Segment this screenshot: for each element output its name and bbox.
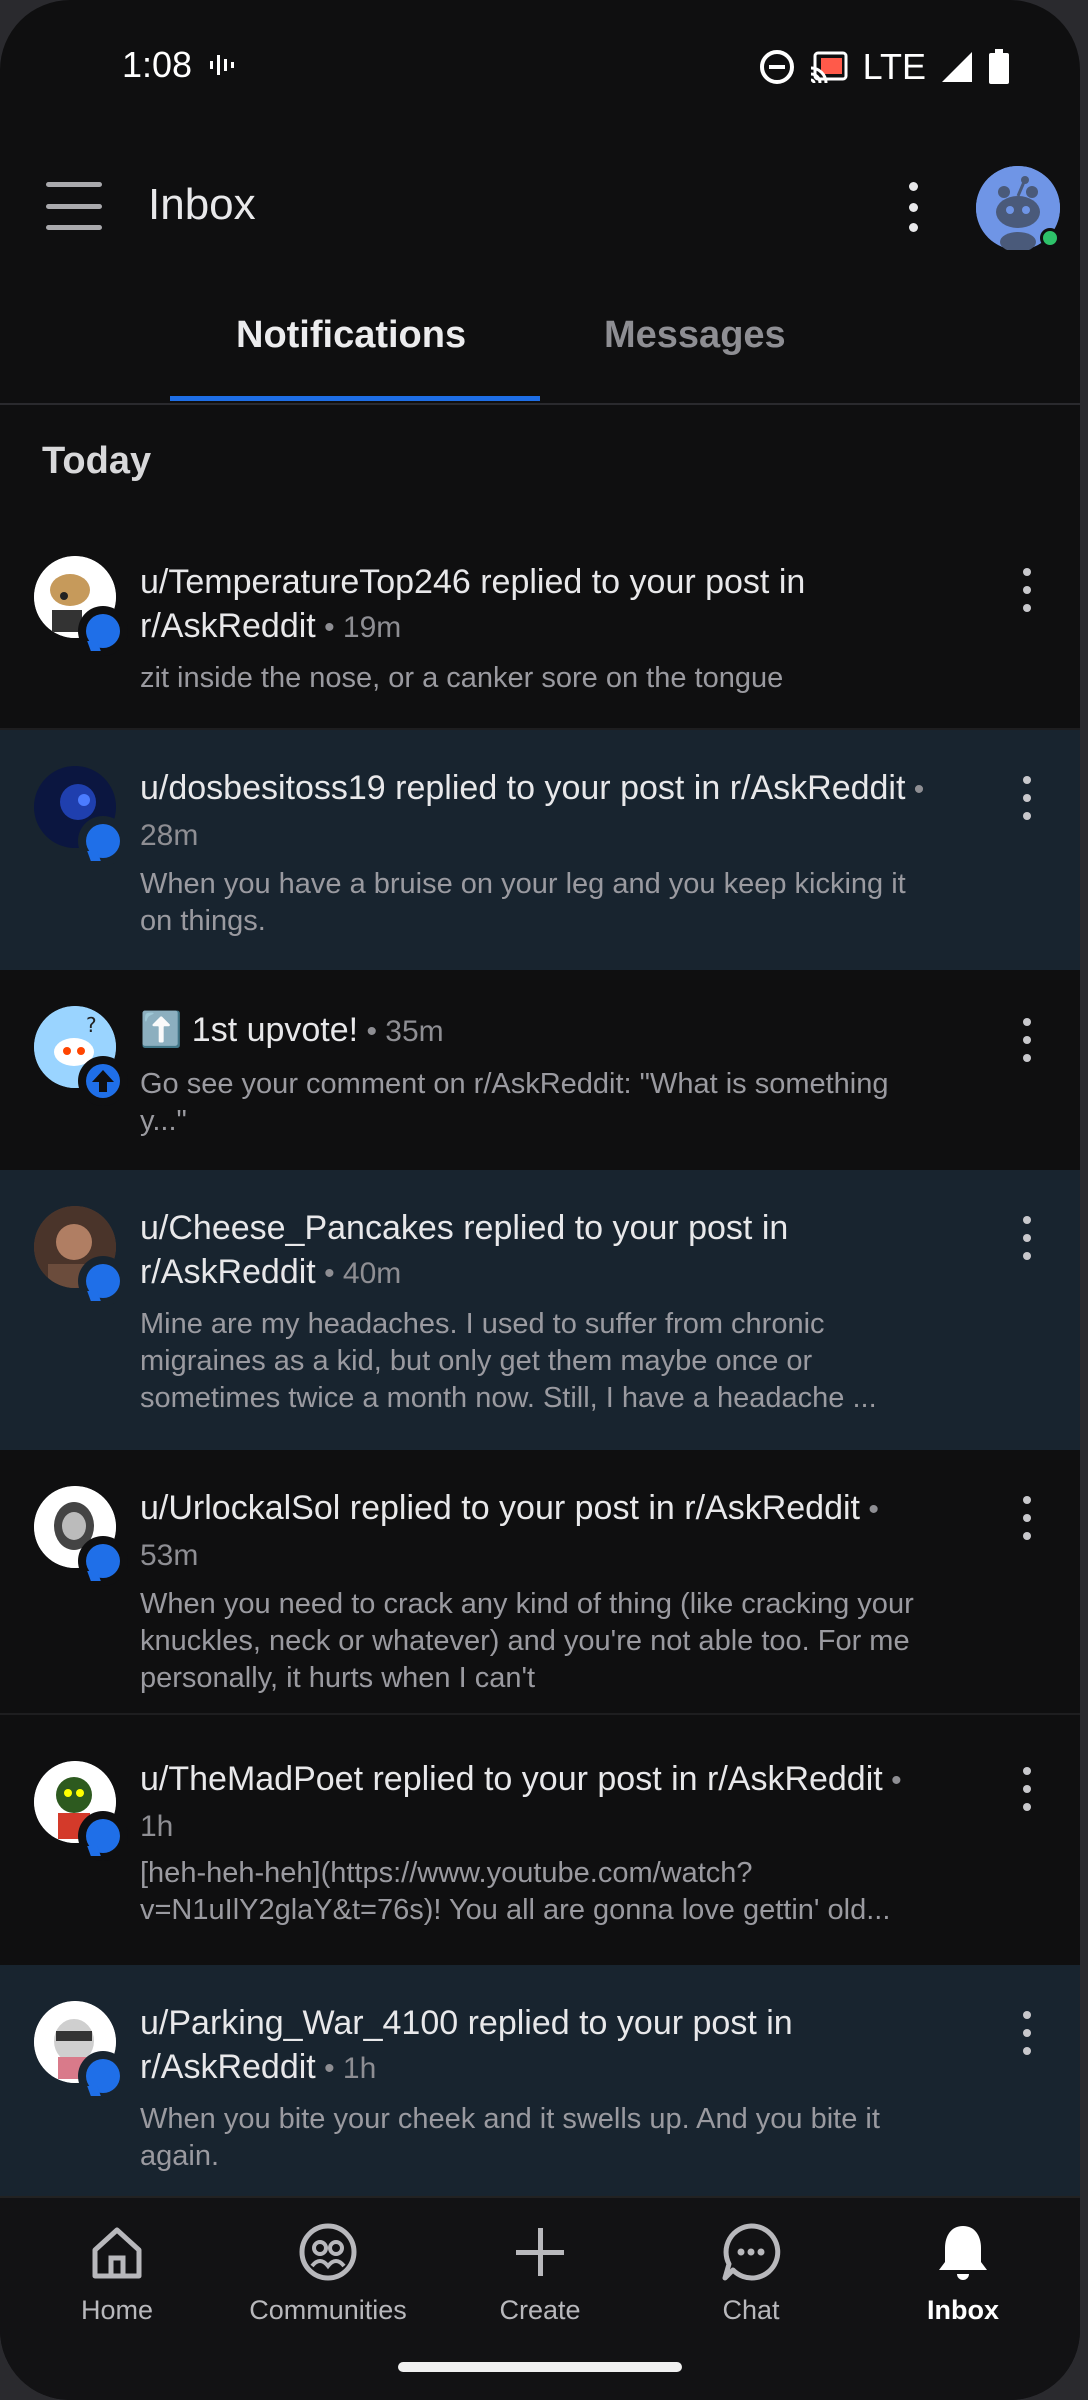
nav-create[interactable]: Create: [455, 2220, 625, 2326]
reply-icon: [78, 606, 128, 656]
notification-body: [heh-heh-heh](https://www.youtube.com/wa…: [140, 1857, 891, 1926]
device-edge: [1080, 0, 1088, 2400]
notification-title: ⬆️ 1st upvote! • 35m: [140, 1011, 444, 1049]
notification-body: When you bite your cheek and it swells u…: [140, 2103, 880, 2172]
notification-body: zit inside the nose, or a canker sore on…: [140, 662, 784, 694]
app-header: Inbox: [0, 160, 1080, 252]
tab-notifications[interactable]: Notifications: [236, 314, 466, 357]
reply-icon: [78, 2051, 128, 2101]
nav-inbox[interactable]: Inbox: [878, 2220, 1048, 2326]
notification-title: u/Parking_War_4100 replied to your post …: [140, 2004, 793, 2086]
notification-item[interactable]: u/TheMadPoet replied to your post in r/A…: [0, 1715, 1080, 1965]
upvote-icon: [78, 1056, 128, 1106]
network-type: LTE: [862, 46, 926, 87]
reply-icon: [78, 816, 128, 866]
signal-icon: [942, 52, 972, 82]
notification-title: u/TemperatureTop246 replied to your post…: [140, 563, 806, 645]
notification-body: Go see your comment on r/AskReddit: "Wha…: [140, 1068, 889, 1137]
notification-item[interactable]: u/Cheese_Pancakes replied to your post i…: [0, 1170, 1080, 1450]
nav-communities[interactable]: Communities: [243, 2220, 413, 2326]
reply-icon: [78, 1811, 128, 1861]
notification-menu-icon[interactable]: [1017, 776, 1037, 820]
svg-text:?: ?: [86, 1013, 97, 1037]
notification-menu-icon[interactable]: [1017, 2011, 1037, 2055]
notification-menu-icon[interactable]: [1017, 568, 1037, 612]
notification-menu-icon[interactable]: [1017, 1216, 1037, 1260]
voice-icon: [210, 55, 234, 75]
section-header-today: Today: [42, 440, 152, 482]
reply-icon: [78, 1536, 128, 1586]
notification-body: When you need to crack any kind of thing…: [140, 1588, 914, 1694]
bell-icon: [939, 2226, 987, 2280]
notification-title: u/dosbesitoss19 replied to your post in …: [140, 769, 925, 852]
notification-item[interactable]: u/dosbesitoss19 replied to your post in …: [0, 730, 1080, 970]
communities-icon: [299, 2223, 357, 2281]
status-icons: LTE: [759, 46, 1010, 88]
notification-menu-icon[interactable]: [1017, 1018, 1037, 1062]
notification-menu-icon[interactable]: [1017, 1496, 1037, 1540]
notification-body: Mine are my headaches. I used to suffer …: [140, 1308, 877, 1414]
status-time: 1:08: [122, 44, 193, 85]
battery-icon: [989, 49, 1009, 84]
tab-messages[interactable]: Messages: [604, 314, 786, 357]
chat-icon: [722, 2223, 781, 2281]
nav-label: Create: [499, 2295, 581, 2325]
nav-home[interactable]: Home: [32, 2220, 202, 2326]
overflow-menu-icon[interactable]: [900, 182, 926, 232]
online-status-dot: [1040, 228, 1060, 248]
notification-item[interactable]: u/TemperatureTop246 replied to your post…: [0, 530, 1080, 730]
page-title: Inbox: [148, 180, 256, 229]
dnd-icon: [759, 50, 794, 84]
plus-icon: [516, 2228, 564, 2276]
nav-label: Communities: [249, 2295, 407, 2325]
hamburger-menu-icon[interactable]: [46, 182, 102, 230]
home-gesture-bar[interactable]: [398, 2362, 682, 2372]
active-tab-indicator: [170, 396, 540, 401]
notification-item[interactable]: u/UrlockalSol replied to your post in r/…: [0, 1450, 1080, 1715]
notification-title: u/Cheese_Pancakes replied to your post i…: [140, 1209, 789, 1291]
nav-label: Home: [80, 2295, 154, 2325]
notification-item[interactable]: ? ⬆️ 1st upvote! • 35m Go see your comme…: [0, 970, 1080, 1170]
nav-label: Inbox: [927, 2295, 999, 2325]
home-icon: [92, 2227, 142, 2279]
user-avatar[interactable]: [976, 166, 1060, 252]
app-screen: 1:08 LTE Inbox Notifications Messages To…: [0, 0, 1080, 2400]
status-bar: 1:08 LTE: [0, 0, 1080, 130]
notification-menu-icon[interactable]: [1017, 1767, 1037, 1811]
notification-body: When you have a bruise on your leg and y…: [140, 868, 906, 937]
cast-icon: [810, 51, 848, 84]
nav-label: Chat: [722, 2295, 780, 2325]
reply-icon: [78, 1256, 128, 1306]
inbox-tabs: Notifications Messages: [0, 290, 1080, 405]
notification-item[interactable]: u/Parking_War_4100 replied to your post …: [0, 1965, 1080, 2196]
notification-title: u/UrlockalSol replied to your post in r/…: [140, 1489, 879, 1572]
nav-chat[interactable]: Chat: [666, 2220, 836, 2326]
notification-title: u/TheMadPoet replied to your post in r/A…: [140, 1760, 902, 1843]
